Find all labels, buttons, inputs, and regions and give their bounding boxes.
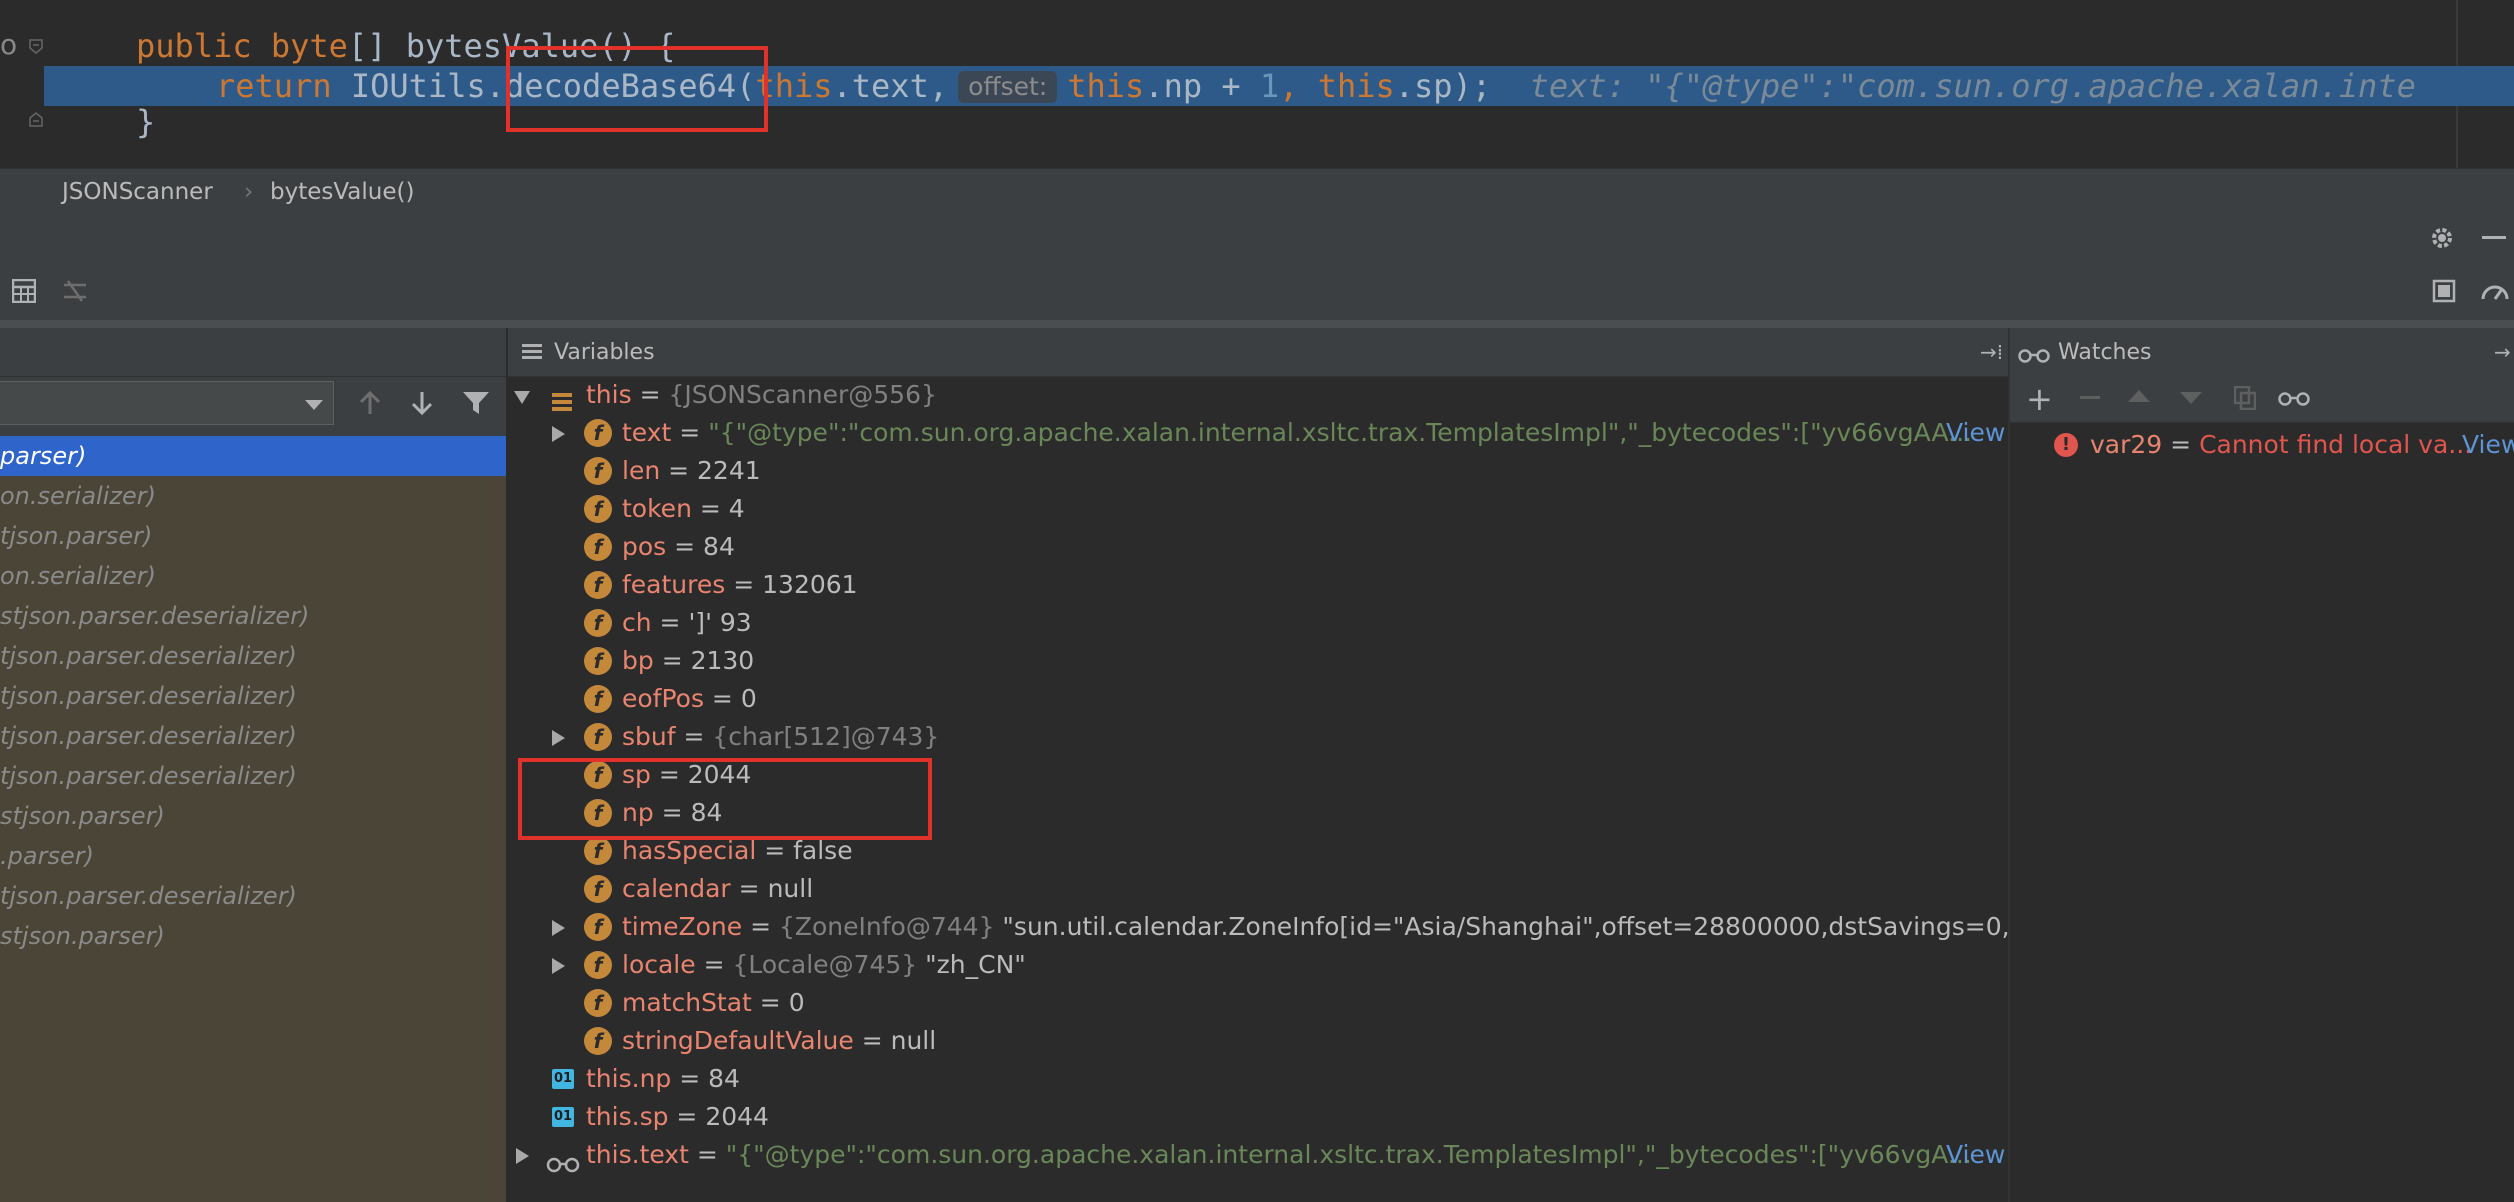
field-icon: f [584,837,612,865]
panel-separator [0,320,2514,328]
thread-selector[interactable] [0,381,334,425]
watch-row-var29[interactable]: ! var29 = Cannot find local va... View [2010,426,2514,464]
var-row-timezone[interactable]: f timeZone = {ZoneInfo@744} "sun.util.ca… [508,908,2008,946]
expand-icon[interactable] [552,920,565,936]
trace-icon[interactable] [62,279,88,307]
primitive-icon: 01 [552,1069,574,1089]
glasses-icon [2018,344,2050,369]
field-icon: f [584,571,612,599]
field-icon: f [584,723,612,751]
field-icon: f [584,875,612,903]
field-icon: f [584,609,612,637]
var-row-this[interactable]: this = {JSONScanner@556} [508,376,2008,414]
frame-item[interactable]: parser) [0,436,506,476]
view-link[interactable]: View [1946,1136,2005,1174]
frame-item[interactable]: tjson.parser.deserializer) [0,756,506,796]
parameter-hint: offset: [958,71,1058,103]
collapse-icon[interactable] [514,391,530,404]
field-icon: f [584,951,612,979]
chevron-down-icon [305,400,323,410]
frame-item[interactable]: on.serializer) [0,476,506,516]
frame-item[interactable]: tjson.parser) [0,516,506,556]
annotation-box-method [506,46,768,132]
frames-list: parser) on.serializer) tjson.parser) on.… [0,436,506,1202]
var-row-text[interactable]: f text = "{"@type":"com.sun.org.apache.x… [508,414,2008,452]
code-editor[interactable]: o public byte[] bytesValue() { return IO… [0,0,2514,168]
arrow-up-icon[interactable] [358,390,382,420]
annotation-box-sp-np [518,758,932,840]
frame-item[interactable]: tjson.parser.deserializer) [0,676,506,716]
watches-title-bar: Watches → [2010,328,2514,377]
field-icon: f [584,913,612,941]
filter-icon[interactable] [462,390,490,420]
breadcrumb: JSONScanner › bytesValue() [0,168,2514,216]
view-link[interactable]: View [2462,426,2514,464]
copy-icon[interactable] [2233,385,2257,414]
watches-toolbar: + [2010,376,2514,423]
frame-item[interactable]: tjson.parser.deserializer) [0,876,506,916]
frame-item[interactable]: stjson.parser) [0,796,506,836]
expand-icon[interactable] [516,1148,529,1164]
frame-item[interactable]: tjson.parser.deserializer) [0,716,506,756]
fold-marker-icon[interactable] [28,38,44,54]
inline-debug-value: text: "{"@type":"com.sun.org.apache.xala… [1529,67,2416,105]
field-icon: f [584,647,612,675]
debug-toolbar [0,262,2514,322]
primitive-icon: 01 [552,1107,574,1127]
field-icon: f [584,1027,612,1055]
expand-icon[interactable] [552,730,565,746]
view-link[interactable]: View [1946,414,2005,452]
variables-title-bar: Variables →⁞ [508,328,2008,377]
speedometer-icon[interactable] [2480,279,2510,307]
move-up-icon[interactable] [2128,390,2150,402]
frames-panel: parser) on.serializer) tjson.parser) on.… [0,328,508,1202]
frame-item[interactable]: .parser) [0,836,506,876]
arrow-down-icon[interactable] [410,390,434,420]
frame-item[interactable]: stjson.parser) [0,916,506,956]
frame-item[interactable]: stjson.parser.deserializer) [0,596,506,636]
expand-icon[interactable] [552,426,565,442]
variables-title: Variables [554,340,655,365]
frames-title-bar [0,328,506,377]
expand-icon[interactable] [552,958,565,974]
pin-arrow-icon[interactable]: → [2494,340,2511,364]
debug-tool-header [0,214,2514,263]
fold-end-marker-icon[interactable] [28,112,44,128]
evaluate-expression-icon[interactable] [11,278,37,307]
glasses-icon[interactable] [2278,390,2310,410]
breadcrumb-class[interactable]: JSONScanner [62,179,213,205]
minimize-icon[interactable] [2482,236,2506,239]
watches-title: Watches [2058,340,2152,365]
gear-icon[interactable] [2428,224,2456,256]
field-icon: f [584,989,612,1017]
field-icon: f [584,533,612,561]
field-icon: f [584,457,612,485]
breadcrumb-method[interactable]: bytesValue() [270,179,414,205]
field-icon: f [584,685,612,713]
field-icon: f [584,419,612,447]
breadcrumb-separator: › [244,179,254,205]
field-icon: f [584,495,612,523]
error-icon: ! [2054,433,2078,457]
glasses-icon [546,1146,580,1184]
remove-icon[interactable] [2080,396,2100,399]
frame-item[interactable]: tjson.parser.deserializer) [0,636,506,676]
var-row-this-text[interactable]: this.text = "{"@type":"com.sun.org.apach… [508,1136,2008,1174]
code-line-close-brace: } [136,103,156,141]
move-down-icon[interactable] [2180,392,2202,404]
layout-icon[interactable] [2432,279,2456,307]
watches-panel: Watches → + ! var29 = Cannot find local … [2010,328,2514,1202]
pin-arrow-icon[interactable]: →⁞ [1980,340,2003,364]
list-icon [522,342,542,368]
gutter-override-icon: o [0,28,18,61]
frame-item[interactable]: on.serializer) [0,556,506,596]
add-icon[interactable]: + [2026,383,2053,415]
